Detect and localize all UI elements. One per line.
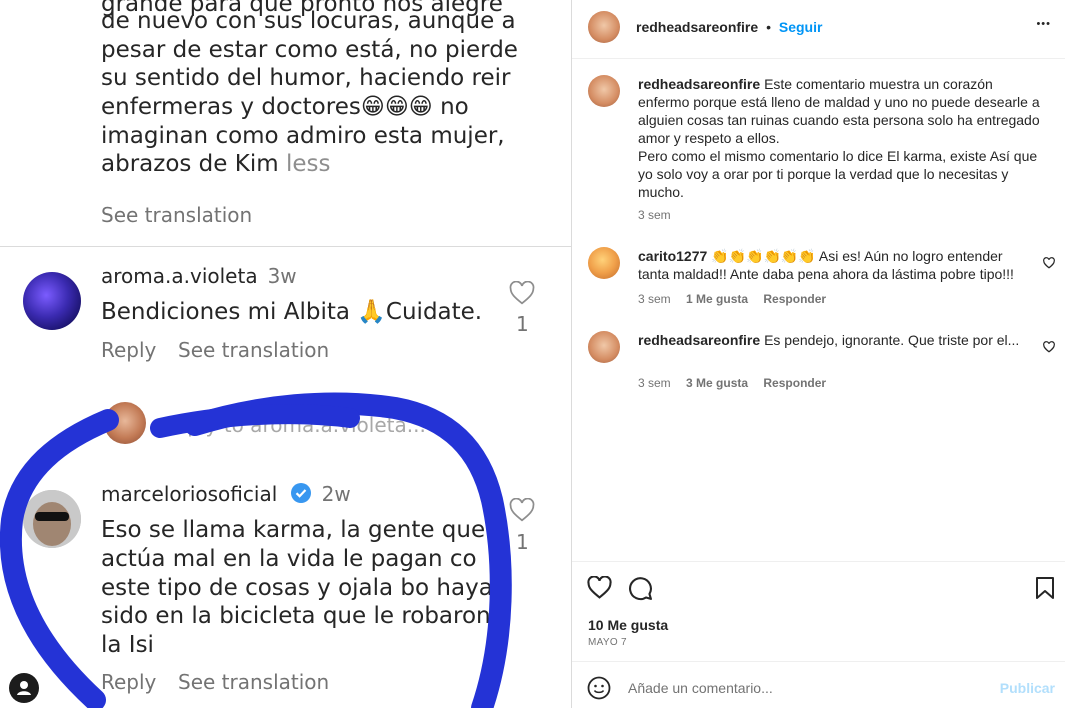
follow-button[interactable]: Seguir bbox=[779, 19, 823, 35]
reply-input[interactable]: Reply to aroma.a.violeta... bbox=[162, 413, 426, 437]
comment-line: este tipo de cosas y ojala bo haya bbox=[101, 575, 493, 601]
avatar[interactable] bbox=[588, 75, 620, 107]
see-translation-link[interactable]: See translation bbox=[178, 670, 329, 694]
comment-line: enfermeras y doctores😁😁😁 no bbox=[101, 94, 469, 120]
comment-line: su sentido del humor, haciendo reir bbox=[101, 65, 511, 91]
post-side-panel: redheadsareonfire • Seguir ••• redheadsa… bbox=[571, 0, 1065, 708]
header-username[interactable]: redheadsareonfire bbox=[636, 19, 758, 35]
less-link[interactable]: less bbox=[286, 151, 331, 177]
likes-count[interactable]: 10 Me gusta bbox=[588, 617, 668, 633]
clap-emoji: 👏👏👏👏👏👏 bbox=[711, 248, 816, 264]
likes-link[interactable]: 1 Me gusta bbox=[686, 292, 748, 306]
comment-icon[interactable] bbox=[628, 576, 653, 606]
heart-icon[interactable] bbox=[509, 497, 535, 527]
divider bbox=[572, 58, 1065, 59]
see-translation-link[interactable]: See translation bbox=[101, 203, 252, 227]
heart-icon[interactable] bbox=[509, 280, 535, 310]
avatar[interactable] bbox=[588, 247, 620, 279]
grin-emoji: 😁😁😁 bbox=[360, 94, 433, 120]
comment-username[interactable]: redheadsareonfire bbox=[638, 332, 760, 348]
comment-username[interactable]: redheadsareonfire bbox=[638, 76, 760, 92]
heart-icon[interactable] bbox=[1043, 256, 1055, 274]
divider bbox=[572, 561, 1065, 562]
comment-line: pesar de estar como está, no pierde bbox=[101, 37, 518, 63]
like-count: 1 bbox=[516, 312, 529, 336]
emoji-icon[interactable] bbox=[587, 676, 611, 705]
comment-meta: 3 sem 1 Me gusta Responder bbox=[638, 292, 827, 306]
save-icon[interactable] bbox=[1035, 577, 1055, 604]
verified-badge-icon bbox=[290, 482, 312, 509]
comment-line: de nuevo con sus locuras, aunque a bbox=[101, 8, 516, 34]
comment-line: imaginan como admiro esta mujer, bbox=[101, 123, 505, 149]
comment-meta: 3 sem 3 Me gusta Responder bbox=[638, 376, 827, 390]
comment-text: redheadsareonfire Es pendejo, ignorante.… bbox=[638, 332, 1020, 348]
add-comment-input[interactable]: Añade un comentario... bbox=[628, 680, 773, 696]
see-translation-link[interactable]: See translation bbox=[178, 338, 329, 362]
reply-link[interactable]: Responder bbox=[763, 376, 826, 390]
likes-link[interactable]: 3 Me gusta bbox=[686, 376, 748, 390]
comment-line: abrazos de Kim less bbox=[101, 151, 331, 177]
reply-link[interactable]: Reply bbox=[101, 338, 156, 362]
post-date: MAYO 7 bbox=[588, 637, 627, 648]
avatar[interactable] bbox=[23, 490, 81, 548]
comment-meta: 3 sem bbox=[638, 208, 671, 222]
comment-username[interactable]: marceloriosoficial 2w bbox=[101, 482, 351, 509]
divider bbox=[0, 246, 571, 247]
comment-line: sido en la bicicleta que le robaron a bbox=[101, 603, 513, 629]
divider bbox=[572, 661, 1065, 662]
comment-text: redheadsareonfire Este comentario muestr… bbox=[638, 76, 1040, 200]
comment-line: la Isi bbox=[101, 632, 154, 658]
avatar[interactable] bbox=[23, 272, 81, 330]
avatar bbox=[104, 402, 146, 444]
avatar[interactable] bbox=[588, 331, 620, 363]
publish-button[interactable]: Publicar bbox=[1000, 680, 1055, 696]
like-count: 1 bbox=[516, 530, 529, 554]
comment-username[interactable]: aroma.a.violeta 3w bbox=[101, 264, 297, 288]
comment-line: actúa mal en la vida le pagan co bbox=[101, 546, 477, 572]
reply-link[interactable]: Reply bbox=[101, 670, 156, 694]
like-post-icon[interactable] bbox=[587, 575, 612, 604]
comment-username[interactable]: carito1277 bbox=[638, 248, 707, 264]
comment-text: carito1277 👏👏👏👏👏👏 Asi es! Aún no logro e… bbox=[638, 248, 1014, 282]
comment-line: Eso se llama karma, la gente que bbox=[101, 517, 486, 543]
profile-icon[interactable] bbox=[9, 673, 39, 703]
post-header: redheadsareonfire • Seguir bbox=[636, 19, 823, 35]
comments-screenshot: grande para que pronto nos alegre de nue… bbox=[0, 0, 571, 708]
pray-emoji: 🙏 bbox=[357, 299, 386, 325]
more-options-icon[interactable]: ••• bbox=[1036, 18, 1051, 30]
heart-icon[interactable] bbox=[1043, 340, 1055, 358]
comment-text: Bendiciones mi Albita 🙏Cuidate. bbox=[101, 299, 483, 325]
avatar[interactable] bbox=[588, 11, 620, 43]
reply-link[interactable]: Responder bbox=[763, 292, 826, 306]
